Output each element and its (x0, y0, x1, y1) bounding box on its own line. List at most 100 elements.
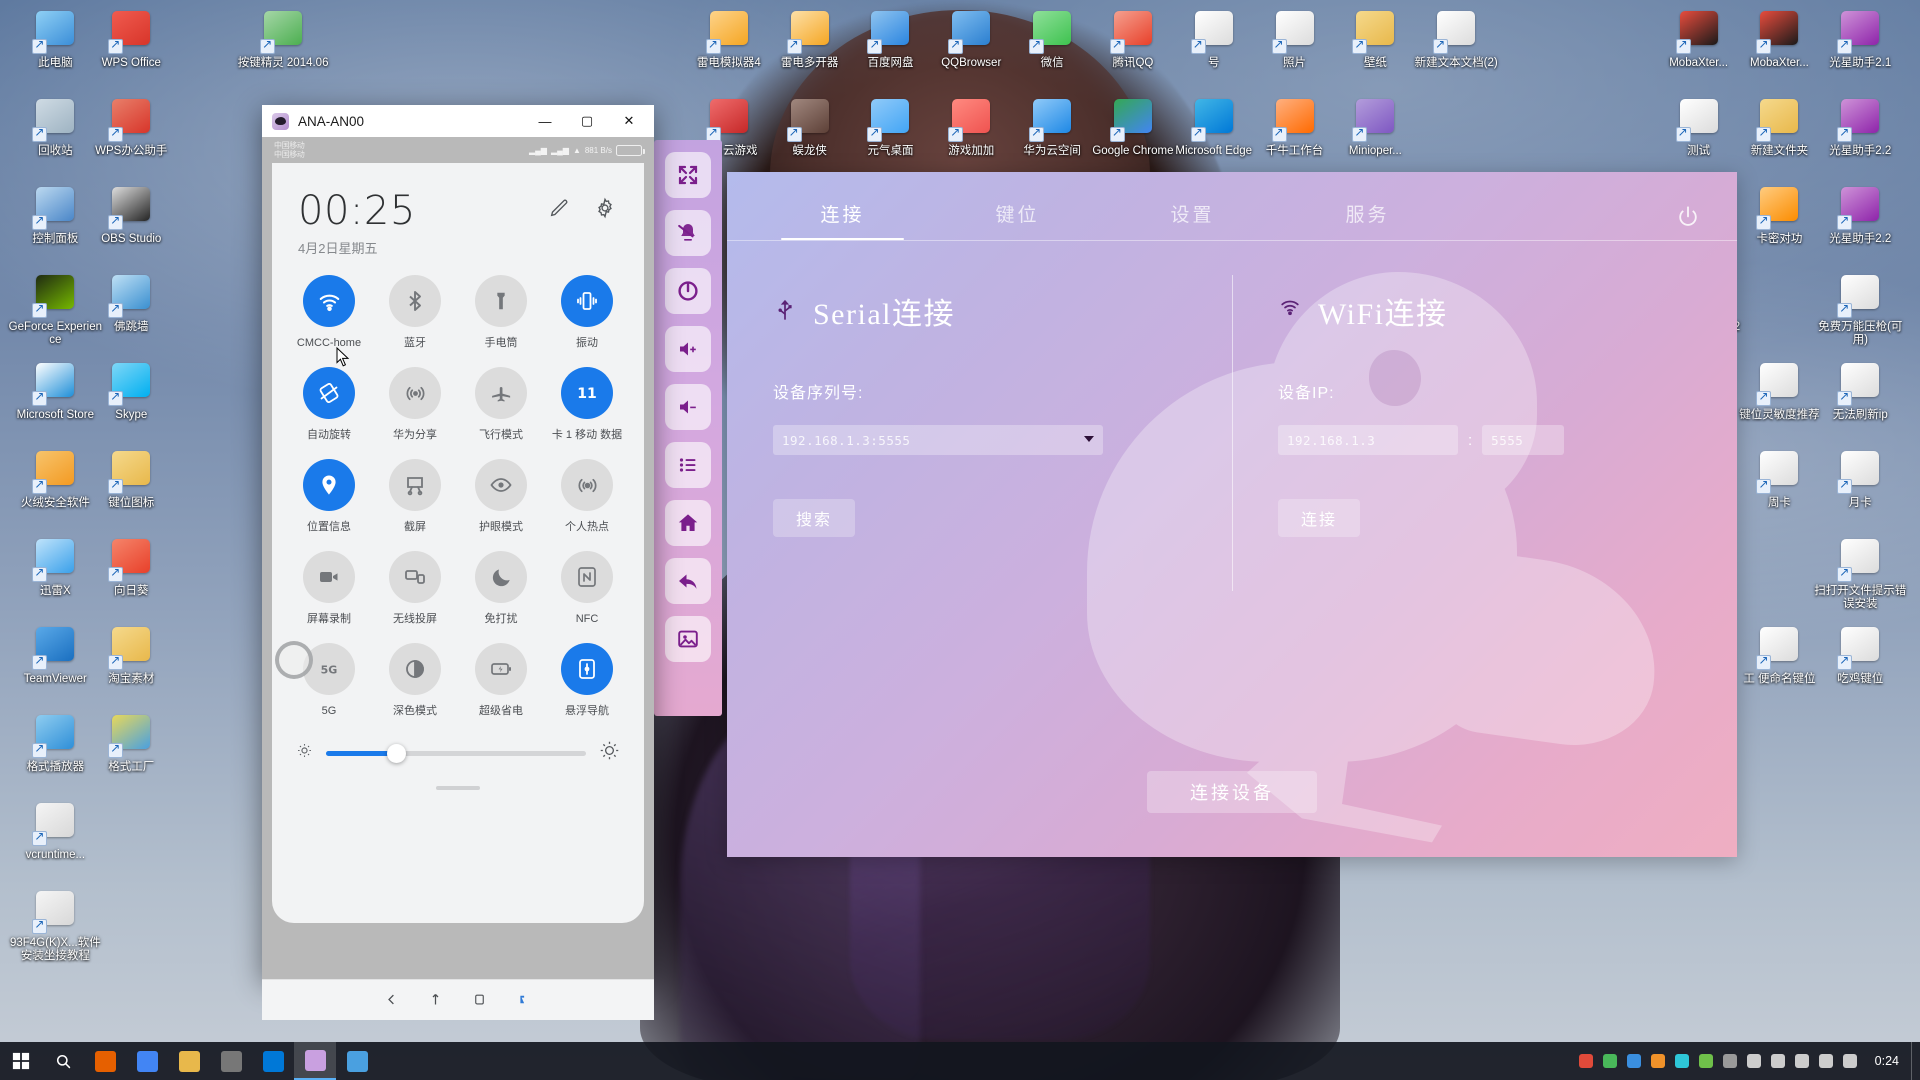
desktop-icon[interactable]: 光星助手2.2 (1812, 96, 1908, 158)
windows-taskbar[interactable]: 0:24 (0, 1042, 1920, 1080)
home-icon[interactable] (665, 500, 711, 546)
tray-shield-icon[interactable] (1722, 1053, 1739, 1070)
quick-setting-toggle[interactable]: 超级省电 (458, 643, 544, 718)
desktop-icon[interactable]: WPS Office (83, 8, 179, 70)
phone-navigation-bar[interactable] (262, 979, 654, 1020)
serial-device-dropdown[interactable]: 192.168.1.3:5555 (773, 425, 1103, 455)
bluetooth-icon[interactable] (389, 275, 441, 327)
quick-setting-toggle[interactable]: 屏幕录制 (286, 551, 372, 626)
quick-setting-toggle[interactable]: 无线投屏 (372, 551, 458, 626)
quick-setting-toggle[interactable]: 个人热点 (544, 459, 630, 534)
desktop-icon[interactable]: 吃鸡键位 (1812, 624, 1908, 686)
serial-field-row[interactable]: 192.168.1.3:5555 (773, 425, 1186, 455)
app-icon[interactable] (336, 1042, 378, 1080)
quick-settings-grid[interactable]: CMCC-home 蓝牙 手电筒 振动 自动旋转 华为分享 飞行模式 11 卡 1 移动 数据位… (272, 257, 644, 718)
notification-icon[interactable] (516, 992, 532, 1008)
screenshot-icon[interactable] (665, 616, 711, 662)
back-icon[interactable] (384, 992, 400, 1008)
wifi-icon[interactable] (303, 275, 355, 327)
tray-orange-icon[interactable] (1650, 1053, 1667, 1070)
taskbar-left[interactable] (0, 1042, 378, 1080)
chevron-down-icon[interactable] (1084, 436, 1094, 442)
quick-setting-toggle[interactable]: 华为分享 (372, 367, 458, 442)
device-ip-input[interactable]: 192.168.1.3 (1278, 425, 1458, 455)
quick-setting-toggle[interactable]: 护眼模式 (458, 459, 544, 534)
quick-setting-toggle[interactable]: 蓝牙 (372, 275, 458, 350)
mute-notification-icon[interactable] (665, 210, 711, 256)
desktop-icon[interactable]: 月卡 (1812, 448, 1908, 510)
desktop-icon[interactable]: 按键精灵 2014.06 (235, 8, 331, 70)
nfc-icon[interactable] (561, 551, 613, 603)
tray-volume-icon[interactable] (1818, 1053, 1835, 1070)
tab-2[interactable]: 键位 (930, 200, 1105, 240)
quick-setting-toggle[interactable]: 手电筒 (458, 275, 544, 350)
pencil-icon[interactable] (548, 197, 572, 221)
screen-record-icon[interactable] (303, 551, 355, 603)
quick-setting-toggle[interactable]: 深色模式 (372, 643, 458, 718)
flashlight-icon[interactable] (475, 275, 527, 327)
desktop-icon[interactable]: WPS办公助手 (83, 96, 179, 158)
search-button[interactable]: 搜索 (773, 499, 855, 537)
gear-icon[interactable] (594, 197, 618, 221)
connect-device-button[interactable]: 连接设备 (1147, 771, 1317, 813)
desktop-icon[interactable]: 佛跳墙 (83, 272, 179, 334)
app-power-button[interactable] (1675, 204, 1701, 230)
desktop-icon[interactable]: 向日葵 (83, 536, 179, 598)
show-desktop-button[interactable] (1911, 1042, 1920, 1080)
volume-down-icon[interactable] (665, 384, 711, 430)
desktop-icon[interactable]: 新建文本文档(2) (1408, 8, 1504, 70)
power-icon[interactable] (665, 268, 711, 314)
desktop-icon[interactable]: OBS Studio (83, 184, 179, 246)
desktop-icon[interactable]: 光星助手2.1 (1812, 8, 1908, 70)
quick-setting-toggle[interactable]: 11 卡 1 移动 数据 (544, 367, 630, 442)
windows-icon[interactable] (0, 1042, 42, 1080)
tab-3[interactable]: 设置 (1105, 200, 1280, 240)
tray-mic-icon[interactable] (1770, 1053, 1787, 1070)
scrcpy-icon[interactable] (294, 1042, 336, 1080)
quick-setting-toggle[interactable]: 位置信息 (286, 459, 372, 534)
tray-red-icon[interactable] (1578, 1053, 1595, 1070)
maximize-button[interactable]: ▢ (566, 106, 608, 136)
tray-cyan-icon[interactable] (1674, 1053, 1691, 1070)
search-icon[interactable] (42, 1042, 84, 1080)
brightness-knob[interactable] (387, 743, 407, 763)
floating-nav-icon[interactable] (561, 643, 613, 695)
edge-icon[interactable] (252, 1042, 294, 1080)
recents-icon[interactable] (472, 992, 488, 1008)
hotspot-icon[interactable] (561, 459, 613, 511)
quick-setting-toggle[interactable]: NFC (544, 551, 630, 626)
close-button[interactable]: ✕ (608, 106, 650, 136)
tray-monitor-icon[interactable] (1794, 1053, 1811, 1070)
cast-icon[interactable] (389, 551, 441, 603)
device-port-input[interactable]: 5555 (1482, 425, 1565, 455)
helper-app-window[interactable]: 连接 键位 设置 服务 Serial连接 设备序列号: 192.168.1.3:555… (727, 172, 1737, 857)
volume-up-icon[interactable] (665, 326, 711, 372)
taskbar-app-list[interactable] (84, 1042, 378, 1080)
screenshot-icon[interactable] (389, 459, 441, 511)
desktop-icon[interactable]: Minioper... (1327, 96, 1423, 158)
phone-window-titlebar[interactable]: ANA-AN00 — ▢ ✕ (262, 105, 654, 137)
back-icon[interactable] (665, 558, 711, 604)
connect-button[interactable]: 连接 (1278, 499, 1360, 537)
tab-4[interactable]: 服务 (1280, 200, 1455, 240)
home-icon[interactable] (428, 992, 444, 1008)
eye-comfort-icon[interactable] (475, 459, 527, 511)
minimize-button[interactable]: — (524, 106, 566, 136)
tray-network-icon[interactable] (1842, 1053, 1859, 1070)
app-tab-bar[interactable]: 连接 键位 设置 服务 (727, 172, 1737, 240)
desktop-icon[interactable]: 淘宝素材 (83, 624, 179, 686)
menu-list-icon[interactable] (665, 442, 711, 488)
quick-settings-panel[interactable]: 00:25 4月2日星期五 CMCC-home 蓝牙 手电筒 振动 自动旋转 华… (272, 163, 644, 923)
desktop-icon[interactable]: 93F4G(K)X...软件安装坐接教程 (7, 888, 103, 963)
quick-setting-toggle[interactable]: 截屏 (372, 459, 458, 534)
do-not-disturb-icon[interactable] (475, 551, 527, 603)
phone-screen[interactable]: 00:25 4月2日星期五 CMCC-home 蓝牙 手电筒 振动 自动旋转 华… (262, 163, 654, 979)
floating-navigation-ball[interactable] (275, 641, 313, 679)
airplane-icon[interactable] (475, 367, 527, 419)
assistant-side-dock[interactable] (654, 140, 722, 716)
super-power-saving-icon[interactable] (475, 643, 527, 695)
quick-setting-toggle[interactable]: 自动旋转 (286, 367, 372, 442)
firefox-icon[interactable] (84, 1042, 126, 1080)
quick-setting-toggle[interactable]: 飞行模式 (458, 367, 544, 442)
desktop-icon[interactable]: Skype (83, 360, 179, 422)
